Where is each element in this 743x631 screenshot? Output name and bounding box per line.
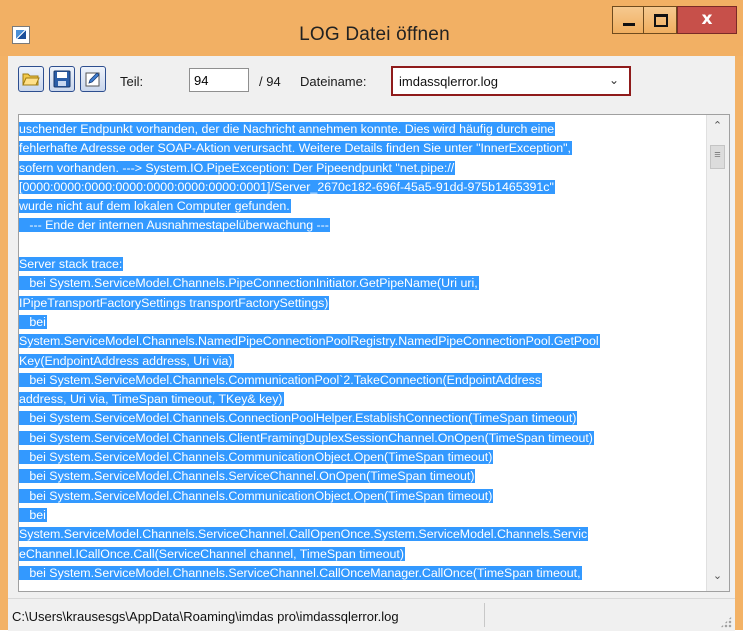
log-line: bei [19, 313, 705, 332]
log-line: System.ServiceModel.Channels.NamedPipeCo… [19, 332, 705, 351]
dateiname-value: imdassqlerror.log [399, 74, 498, 89]
scroll-up-arrow-icon[interactable]: ⌃ [707, 119, 728, 139]
log-dialog-window: LOG Datei öffnen x Teil: 94 / 94 Dateina… [0, 0, 743, 631]
dateiname-dropdown[interactable]: imdassqlerror.log ⌄ [391, 66, 631, 96]
log-line: bei System.ServiceModel.Channels.Communi… [19, 371, 705, 390]
log-line-text: Key(EndpointAddress address, Uri via) [19, 353, 234, 368]
floppy-save-icon [53, 70, 71, 88]
log-line-text: bei System.ServiceModel.Channels.Service… [19, 469, 476, 484]
status-bar: C:\Users\krausesgs\AppData\Roaming\imdas… [8, 598, 735, 631]
log-line-text: [0000:0000:0000:0000:0000:0000:0000:0001… [19, 179, 555, 194]
log-line-text: bei System.ServiceModel.Channels.PipeCon… [19, 276, 479, 291]
close-icon: x [701, 9, 713, 29]
log-line: address, Uri via, TimeSpan timeout, TKey… [19, 390, 705, 409]
log-line: Key(EndpointAddress address, Uri via) [19, 352, 705, 371]
log-line-text: --- Ende der internen Ausnahmestapelüber… [19, 218, 330, 233]
log-line-text: eChannel.ICallOnce.Call(ServiceChannel c… [19, 546, 405, 561]
dateiname-label: Dateiname: [300, 74, 367, 89]
maximize-button[interactable] [643, 6, 677, 34]
log-line-text: wurde nicht auf dem lokalen Computer gef… [19, 199, 291, 214]
log-line-text: System.ServiceModel.Channels.NamedPipeCo… [19, 334, 600, 349]
scroll-down-arrow-icon[interactable]: ⌄ [707, 569, 728, 589]
log-line: wurde nicht auf dem lokalen Computer gef… [19, 197, 705, 216]
minimize-button[interactable] [612, 6, 644, 34]
log-line-text: bei [19, 314, 47, 329]
log-line: bei System.ServiceModel.Channels.PipeCon… [19, 274, 705, 293]
log-line: eChannel.ICallOnce.Call(ServiceChannel c… [19, 545, 705, 564]
chevron-down-icon: ⌄ [608, 73, 619, 87]
log-line-text: bei System.ServiceModel.Channels.Communi… [19, 488, 494, 503]
log-line-text: bei System.ServiceModel.Channels.Connect… [19, 411, 578, 426]
log-line: IPipeTransportFactorySettings transportF… [19, 294, 705, 313]
status-file-path: C:\Users\krausesgs\AppData\Roaming\imdas… [12, 609, 399, 624]
log-line-text: bei System.ServiceModel.Channels.ClientF… [19, 430, 594, 445]
log-line-text: bei System.ServiceModel.Channels.Service… [19, 565, 582, 580]
window-title-text: LOG Datei öffnen [299, 24, 450, 45]
resize-grip-icon[interactable] [720, 616, 732, 628]
log-line: bei System.ServiceModel.Channels.Service… [19, 564, 705, 583]
edit-button[interactable] [80, 66, 106, 92]
log-line-text: fehlerhafte Adresse oder SOAP-Aktion ver… [19, 141, 572, 156]
log-text-area[interactable]: uschender Endpunkt vorhanden, der die Na… [18, 114, 730, 592]
log-line-text: Server stack trace: [19, 257, 124, 272]
log-line-text: uschender Endpunkt vorhanden, der die Na… [19, 122, 556, 136]
log-line: bei System.ServiceModel.Channels.Communi… [19, 487, 705, 506]
log-line-text: address, Uri via, TimeSpan timeout, TKey… [19, 392, 284, 407]
log-content: uschender Endpunkt vorhanden, der die Na… [19, 120, 705, 583]
save-button[interactable] [49, 66, 75, 92]
dialog-client-area: Teil: / 94 Dateiname: imdassqlerror.log … [8, 56, 735, 631]
title-bar[interactable]: LOG Datei öffnen x [0, 0, 743, 56]
total-parts-label: / 94 [259, 74, 281, 89]
log-line-text: IPipeTransportFactorySettings transportF… [19, 295, 330, 310]
open-file-button[interactable] [18, 66, 44, 92]
log-line: --- Ende der internen Ausnahmestapelüber… [19, 216, 705, 235]
scrollbar-thumb[interactable]: ≡ [710, 145, 725, 169]
toolbar: Teil: / 94 Dateiname: imdassqlerror.log … [8, 56, 735, 106]
teil-input[interactable] [189, 68, 249, 92]
log-line: bei System.ServiceModel.Channels.Service… [19, 467, 705, 486]
vertical-scrollbar[interactable]: ⌃ ≡ ⌄ [706, 115, 729, 591]
log-line: bei System.ServiceModel.Channels.Communi… [19, 448, 705, 467]
log-line-text: bei System.ServiceModel.Channels.Communi… [19, 450, 494, 465]
log-line: bei System.ServiceModel.Channels.Connect… [19, 409, 705, 428]
log-line-text: System.ServiceModel.Channels.ServiceChan… [19, 527, 589, 542]
folder-open-icon [22, 73, 40, 86]
edit-icon [85, 72, 100, 87]
log-line: System.ServiceModel.Channels.ServiceChan… [19, 525, 705, 544]
log-line: fehlerhafte Adresse oder SOAP-Aktion ver… [19, 139, 705, 158]
log-line-text: sofern vorhanden. ---> System.IO.PipeExc… [19, 160, 456, 175]
log-line: sofern vorhanden. ---> System.IO.PipeExc… [19, 159, 705, 178]
log-line-text: bei System.ServiceModel.Channels.Communi… [19, 372, 543, 387]
log-line: [0000:0000:0000:0000:0000:0000:0000:0001… [19, 178, 705, 197]
log-line-text: bei [19, 507, 47, 522]
log-line: bei [19, 506, 705, 525]
log-line: uschender Endpunkt vorhanden, der die Na… [19, 120, 705, 139]
status-divider [484, 603, 485, 627]
log-line: bei System.ServiceModel.Channels.ClientF… [19, 429, 705, 448]
teil-label: Teil: [120, 74, 144, 89]
log-line: Server stack trace: [19, 255, 705, 274]
close-button[interactable]: x [677, 6, 737, 34]
